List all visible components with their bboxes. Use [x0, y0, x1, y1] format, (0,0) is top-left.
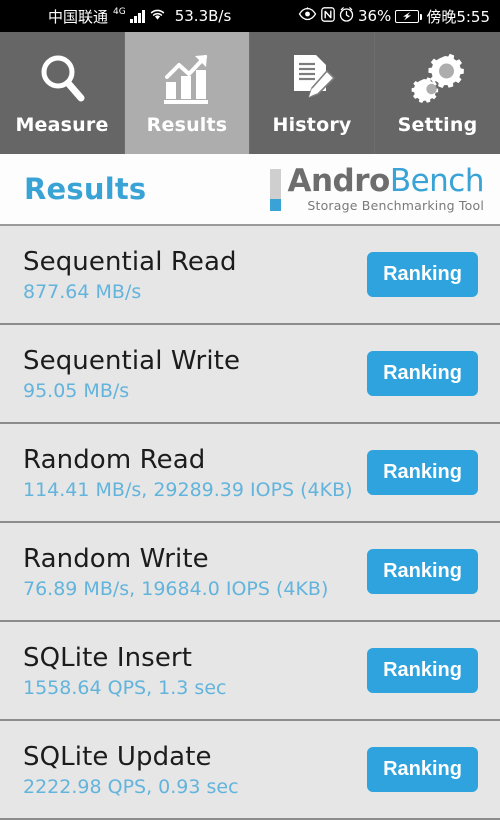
result-texts: SQLite Insert 1558.64 QPS, 1.3 sec [23, 643, 226, 699]
result-title: SQLite Insert [23, 642, 193, 673]
tab-history-label: History [272, 114, 352, 136]
result-texts: Sequential Read 877.64 MB/s [23, 247, 237, 303]
tab-setting-label: Setting [397, 114, 478, 136]
tab-bar: Measure Results History Setting [0, 32, 500, 154]
result-value: 2222.98 QPS, 0.93 sec [23, 775, 239, 798]
tab-results-label: Results [146, 114, 228, 136]
battery-charging-icon [395, 9, 423, 23]
table-row[interactable]: Sequential Write 95.05 MB/s Ranking [0, 325, 500, 424]
network-speed-label: 53.3B/s [174, 7, 232, 25]
battery-percent-label: 36% [357, 7, 392, 25]
result-title: Sequential Read [23, 246, 237, 277]
bar-chart-arrow-icon [160, 50, 214, 106]
result-texts: Sequential Write 95.05 MB/s [23, 346, 240, 402]
gears-icon [411, 50, 465, 106]
page-title: Results [24, 172, 147, 206]
result-value: 1558.64 QPS, 1.3 sec [23, 676, 227, 699]
nfc-icon [321, 6, 335, 26]
result-title: Random Read [23, 444, 206, 475]
status-bar: 中国联通 4G 53.3B/s 36% 傍晚5:55 [0, 0, 500, 32]
logo-bar-icon [270, 169, 282, 211]
ranking-button[interactable]: Ranking [367, 450, 478, 495]
eye-icon [298, 7, 317, 25]
status-bar-left: 中国联通 4G 53.3B/s [48, 6, 231, 27]
result-value: 95.05 MB/s [23, 379, 130, 402]
table-row[interactable]: Random Write 76.89 MB/s, 19684.0 IOPS (4… [0, 523, 500, 622]
logo-wordmark: AndroBench [287, 165, 484, 197]
tab-history[interactable]: History [250, 32, 375, 154]
page-header: Results AndroBench Storage Benchmarking … [0, 154, 500, 226]
ranking-button[interactable]: Ranking [367, 351, 478, 396]
androbench-logo: AndroBench Storage Benchmarking Tool [270, 165, 485, 213]
alarm-clock-icon [339, 6, 354, 26]
result-texts: Random Read 114.41 MB/s, 29289.39 IOPS (… [23, 445, 353, 501]
result-title: Random Write [23, 543, 209, 574]
table-row[interactable]: SQLite Insert 1558.64 QPS, 1.3 sec Ranki… [0, 622, 500, 721]
carrier-label: 中国联通 [48, 7, 109, 26]
result-texts: SQLite Update 2222.98 QPS, 0.93 sec [23, 742, 239, 798]
table-row[interactable]: Random Read 114.41 MB/s, 29289.39 IOPS (… [0, 424, 500, 523]
result-value: 114.41 MB/s, 29289.39 IOPS (4KB) [23, 478, 353, 501]
result-value: 76.89 MB/s, 19684.0 IOPS (4KB) [23, 577, 329, 600]
ranking-button[interactable]: Ranking [367, 648, 478, 693]
table-row[interactable]: Sequential Read 877.64 MB/s Ranking [0, 226, 500, 325]
ranking-button[interactable]: Ranking [367, 549, 478, 594]
tab-setting[interactable]: Setting [375, 32, 500, 154]
result-title: Sequential Write [23, 345, 241, 376]
ranking-button[interactable]: Ranking [367, 252, 478, 297]
logo-secondary-text: Bench [389, 163, 485, 199]
table-row[interactable]: SQLite Update 2222.98 QPS, 0.93 sec Rank… [0, 721, 500, 820]
magnifier-icon [37, 50, 87, 106]
logo-text: AndroBench Storage Benchmarking Tool [287, 165, 484, 213]
result-value: 877.64 MB/s [23, 280, 142, 303]
status-bar-right: 36% 傍晚5:55 [298, 6, 490, 27]
tab-results[interactable]: Results [125, 32, 250, 154]
document-pencil-icon [286, 50, 338, 106]
network-generation-label: 4G [113, 7, 126, 17]
tab-measure[interactable]: Measure [0, 32, 125, 154]
results-list: Sequential Read 877.64 MB/s Ranking Sequ… [0, 226, 500, 820]
result-title: SQLite Update [23, 741, 212, 772]
wifi-icon [149, 7, 166, 25]
result-texts: Random Write 76.89 MB/s, 19684.0 IOPS (4… [23, 544, 328, 600]
tab-measure-label: Measure [15, 114, 109, 136]
clock-label: 傍晚5:55 [426, 7, 490, 26]
ranking-button[interactable]: Ranking [367, 747, 478, 792]
signal-bars-icon [129, 9, 145, 23]
logo-primary-text: Andro [287, 163, 390, 199]
logo-tagline: Storage Benchmarking Tool [307, 198, 484, 213]
